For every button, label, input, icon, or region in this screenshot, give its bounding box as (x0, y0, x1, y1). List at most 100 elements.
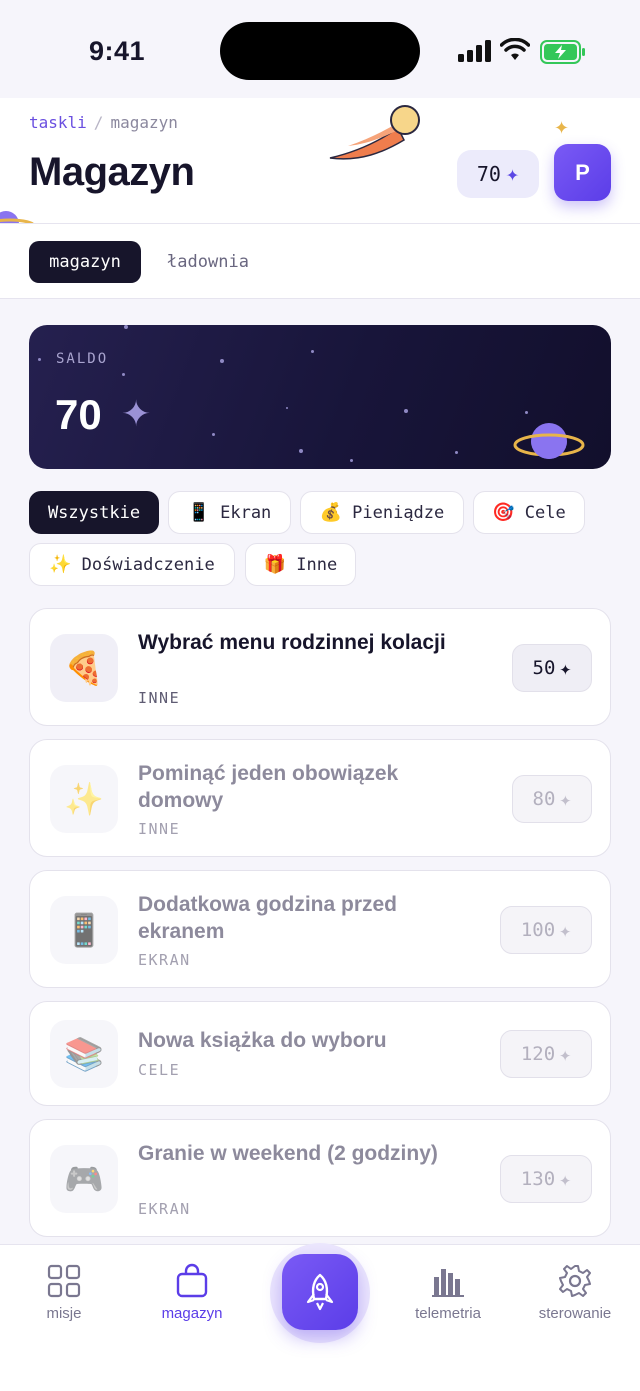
star-dot (455, 451, 458, 454)
sparkle-icon: ✦ (121, 393, 152, 434)
sparkle-icon: ✦ (559, 918, 572, 942)
filter-chip-cele[interactable]: 🎯 Cele (473, 491, 585, 534)
breadcrumb-root-link[interactable]: taskli (29, 113, 87, 132)
filter-label: Pieniądze (352, 502, 445, 523)
phone-icon: 📱 (50, 896, 118, 964)
bar-chart-icon (432, 1269, 464, 1297)
battery-charging-icon (540, 40, 585, 64)
filter-chip-doswiadczenie[interactable]: ✨ Doświadczenie (29, 543, 235, 586)
star-dot (404, 409, 408, 413)
nav-telemetria[interactable]: telemetria (393, 1263, 503, 1322)
bottom-navigation: misje magazyn telemetria sterowanie (0, 1243, 640, 1391)
books-icon: 📚 (50, 1020, 118, 1088)
reward-name: Dodatkowa godzina przed ekranem (138, 893, 398, 943)
nav-misje[interactable]: misje (9, 1263, 119, 1322)
target-icon: 🎯 (492, 502, 515, 523)
reward-category: INNE (138, 689, 181, 707)
filter-label: Inne (296, 554, 338, 575)
reward-price-button[interactable]: 120 ✦ (500, 1030, 592, 1078)
nav-label: magazyn (161, 1305, 223, 1322)
reward-category: EKRAN (138, 951, 191, 969)
sparkle-icon: ✦ (559, 1167, 572, 1191)
star-dot (299, 449, 303, 453)
pizza-icon: 🍕 (50, 634, 118, 702)
reward-price-button[interactable]: 100 ✦ (500, 906, 592, 954)
reward-category: EKRAN (138, 1200, 191, 1218)
star-dot (122, 373, 125, 376)
price-value: 80 (532, 788, 556, 810)
price-value: 50 (532, 657, 556, 679)
filter-label: Cele (524, 502, 566, 523)
wifi-icon (500, 38, 530, 60)
gear-icon (559, 1265, 591, 1297)
rocket-launch-button[interactable] (282, 1254, 358, 1330)
rocket-icon (306, 1273, 334, 1311)
price-value: 130 (520, 1168, 556, 1190)
sparkles-icon: ✨ (49, 554, 72, 575)
nav-label: sterowanie (538, 1305, 612, 1322)
nav-magazyn[interactable]: magazyn (137, 1263, 247, 1322)
star-dot (311, 350, 314, 353)
planet-icon (513, 423, 585, 459)
star-dot (286, 407, 288, 409)
filter-chip-ekran[interactable]: 📱 Ekran (168, 491, 291, 534)
balance-amount: 70 (55, 391, 102, 438)
star-dot (525, 411, 528, 414)
reward-card[interactable]: 📱 Dodatkowa godzina przed ekranem EKRAN … (29, 870, 611, 988)
reward-card[interactable]: ✨ Pominąć jeden obowiązek domowy INNE 80… (29, 739, 611, 857)
star-dot (220, 359, 224, 363)
points-value: 70 (476, 162, 501, 186)
phone-icon: 📱 (187, 502, 211, 523)
reward-category: INNE (138, 820, 181, 838)
dynamic-island (220, 22, 420, 80)
tab-ladownia[interactable]: ładownia (152, 241, 264, 283)
price-value: 120 (520, 1043, 556, 1065)
filter-chip-pieniadze[interactable]: 💰 Pieniądze (300, 491, 464, 534)
page-header: ✦ taskli / magazyn Magazyn 70 ✦ P (0, 98, 640, 224)
sparkle-decoration-icon: ✦ (554, 118, 570, 138)
sparkle-icon: ✦ (559, 1042, 572, 1066)
balance-label: SALDO (56, 351, 109, 367)
sparkle-icon: ✦ (559, 656, 572, 680)
tab-bar: magazyn ładownia (0, 224, 640, 299)
sparkles-icon: ✨ (50, 765, 118, 833)
game-controller-icon: 🎮 (50, 1145, 118, 1213)
nav-label: telemetria (415, 1305, 481, 1322)
reward-price-button[interactable]: 50 ✦ (512, 644, 592, 692)
reward-name: Pominąć jeden obowiązek domowy (138, 762, 399, 812)
money-bag-icon: 💰 (319, 502, 343, 523)
reward-name: Nowa książka do wyboru (138, 1029, 387, 1052)
planet-decoration-icon (0, 211, 34, 223)
star-dot (350, 459, 353, 462)
balance-card: SALDO 70 ✦ (29, 325, 611, 469)
comet-illustration (329, 105, 420, 160)
star-dot (38, 358, 41, 361)
reward-category: CELE (138, 1061, 181, 1079)
filter-chip-inne[interactable]: 🎁 Inne (245, 543, 356, 586)
status-time: 9:41 (89, 36, 146, 66)
grid-icon (47, 1264, 81, 1298)
nav-label: misje (46, 1305, 82, 1322)
signal-icon (458, 40, 491, 62)
reward-card[interactable]: 🎮 Granie w weekend (2 godziny) EKRAN 130… (29, 1119, 611, 1237)
status-bar: 9:41 (0, 0, 640, 98)
avatar[interactable]: P (554, 144, 611, 201)
nav-sterowanie[interactable]: sterowanie (520, 1263, 630, 1322)
filter-label: Ekran (220, 502, 272, 523)
reward-name: Granie w weekend (2 godziny) (138, 1142, 438, 1165)
filter-label: Doświadczenie (81, 554, 215, 575)
page-title: Magazyn (29, 150, 195, 194)
reward-card[interactable]: 🍕 Wybrać menu rodzinnej kolacji INNE 50 ✦ (29, 608, 611, 726)
reward-price-button[interactable]: 80 ✦ (512, 775, 592, 823)
reward-card[interactable]: 📚 Nowa książka do wyboru CELE 120 ✦ (29, 1001, 611, 1106)
price-value: 100 (520, 919, 556, 941)
points-badge[interactable]: 70 ✦ (457, 150, 539, 198)
filter-label: Wszystkie (47, 502, 141, 523)
sparkle-icon: ✦ (559, 787, 572, 811)
star-dot (212, 433, 215, 436)
tab-magazyn[interactable]: magazyn (29, 241, 141, 283)
reward-price-button[interactable]: 130 ✦ (500, 1155, 592, 1203)
star-dot (124, 325, 128, 329)
filter-chip-wszystkie[interactable]: Wszystkie (29, 491, 159, 534)
gift-icon: 🎁 (263, 554, 287, 575)
